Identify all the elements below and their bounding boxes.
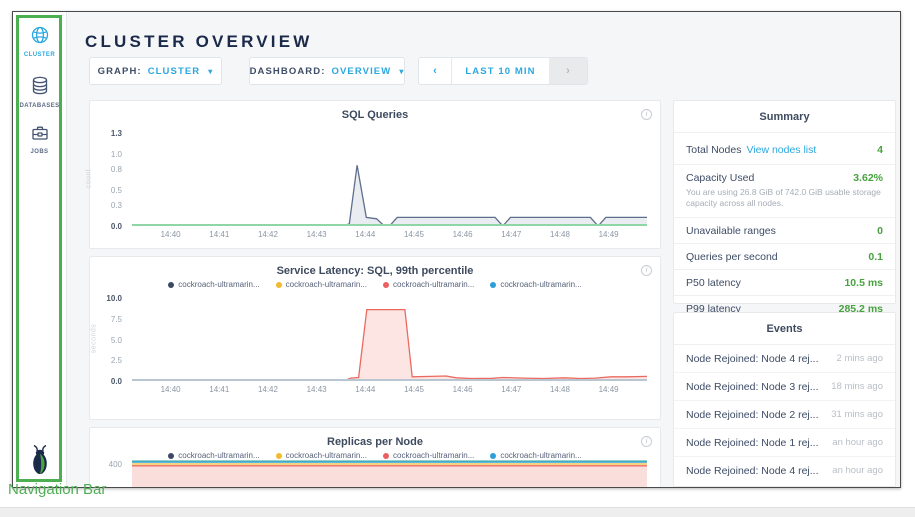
summary-value: 0.1: [868, 251, 883, 263]
dashboard-dropdown[interactable]: DASHBOARD: OVERVIEW ▾: [249, 57, 405, 85]
screenshot-frame: CLUSTER DATABASES: [12, 11, 901, 488]
event-time: an hour ago: [832, 437, 883, 448]
event-label: Node Rejoined: Node 4 rej...: [686, 465, 819, 477]
legend-label: cockroach-ultramarin...: [393, 280, 474, 289]
dashboard-dropdown-label: DASHBOARD:: [250, 66, 326, 77]
summary-value: 0: [877, 225, 883, 237]
legend-dot: [168, 282, 174, 288]
legend-dot: [383, 282, 389, 288]
sidebar-item-label: DATABASES: [13, 103, 66, 109]
summary-row-total-nodes: Total Nodes View nodes list 4: [674, 133, 895, 165]
event-label: Node Rejoined: Node 1 rej...: [686, 437, 819, 449]
briefcase-icon: [31, 129, 49, 146]
summary-value: 4: [877, 144, 883, 156]
summary-value: 10.5 ms: [844, 277, 883, 289]
summary-label: Unavailable ranges: [686, 225, 776, 237]
summary-label: Queries per second: [686, 251, 778, 263]
summary-row-queries-per-second: Queries per second 0.1: [674, 244, 895, 270]
x-axis-ticks: 14:4014:4114:4214:4314:4414:4514:4614:47…: [132, 230, 647, 240]
y-axis-ticks: 1.31.00.80.50.30.0: [90, 133, 128, 226]
summary-label: P50 latency: [686, 277, 741, 289]
graph-dropdown-value: CLUSTER: [148, 66, 201, 77]
summary-panel: Summary Total Nodes View nodes list 4 Cap…: [673, 100, 896, 304]
time-range-value[interactable]: LAST 10 MIN: [452, 58, 549, 84]
main-content: CLUSTER OVERVIEW GRAPH: CLUSTER ▾ DASHBO…: [68, 12, 900, 487]
events-panel: Events Node Rejoined: Node 4 rej... 2 mi…: [673, 312, 896, 487]
time-range-prev-button[interactable]: ‹: [419, 58, 452, 84]
event-label: Node Rejoined: Node 2 rej...: [686, 409, 819, 421]
event-time: 2 mins ago: [837, 353, 883, 364]
legend-label: cockroach-ultramarin...: [500, 280, 581, 289]
legend-label: cockroach-ultramarin...: [286, 280, 367, 289]
page-title: CLUSTER OVERVIEW: [85, 32, 313, 52]
chart-card-service-latency: Service Latency: SQL, 99th percentile i …: [89, 256, 661, 420]
database-icon: [31, 83, 49, 100]
event-time: 18 mins ago: [831, 381, 883, 392]
chart-title: Service Latency: SQL, 99th percentile: [90, 257, 660, 277]
page: CLUSTER DATABASES: [0, 0, 915, 517]
chart-title: SQL Queries: [90, 101, 660, 121]
event-row[interactable]: Node Rejoined: Node 1 rej... an hour ago: [674, 429, 895, 457]
event-time: 31 mins ago: [831, 409, 883, 420]
cockroachdb-logo[interactable]: [13, 444, 66, 481]
chart-card-sql-queries: SQL Queries i count 1.31.00.80.50.30.0 1…: [89, 100, 661, 249]
legend-label: cockroach-ultramarin...: [178, 280, 259, 289]
time-range-next-button-disabled[interactable]: ›: [549, 58, 587, 84]
event-label: Node Rejoined: Node 3 rej...: [686, 381, 819, 393]
summary-label: Capacity Used: [686, 172, 754, 184]
page-divider: [0, 507, 915, 517]
info-icon[interactable]: i: [641, 109, 652, 120]
view-nodes-list-link[interactable]: View nodes list: [746, 144, 816, 156]
x-axis-ticks: 14:4014:4114:4214:4314:4414:4514:4614:47…: [132, 385, 647, 395]
sidebar-item-label: CLUSTER: [13, 52, 66, 58]
summary-value: 3.62%: [853, 172, 883, 184]
event-time: an hour ago: [832, 465, 883, 476]
sidebar-item-cluster[interactable]: CLUSTER: [13, 25, 66, 58]
sidebar-item-databases[interactable]: DATABASES: [13, 76, 66, 109]
globe-icon: [30, 32, 50, 49]
capacity-used-caption: You are using 26.8 GiB of 742.0 GiB usab…: [674, 187, 895, 218]
panel-title: Summary: [674, 101, 895, 133]
dashboard-dropdown-value: OVERVIEW: [331, 66, 391, 77]
sidebar-item-label: JOBS: [13, 149, 66, 155]
y-axis-ticks: 10.07.55.02.50.0: [90, 298, 128, 381]
event-row[interactable]: Node Rejoined: Node 2 rej... 31 mins ago: [674, 401, 895, 429]
summary-row-p50-latency: P50 latency 10.5 ms: [674, 270, 895, 296]
line-chart-sql-queries: [132, 133, 647, 226]
summary-row-unavailable-ranges: Unavailable ranges 0: [674, 218, 895, 244]
sidebar-item-jobs[interactable]: JOBS: [13, 124, 66, 155]
panel-title: Events: [674, 313, 895, 345]
event-row[interactable]: Node Rejoined: Node 4 rej... 2 mins ago: [674, 345, 895, 373]
chart-legend: cockroach-ultramarin... cockroach-ultrama…: [90, 280, 660, 289]
line-chart-replicas-per-node: [132, 458, 647, 487]
summary-label: Total Nodes: [686, 144, 741, 156]
chart-title: Replicas per Node: [90, 428, 660, 448]
time-range-selector: ‹ LAST 10 MIN ›: [418, 57, 588, 85]
chevron-down-icon: ▾: [208, 67, 213, 76]
legend-dot: [276, 282, 282, 288]
line-chart-service-latency: [132, 298, 647, 381]
navigation-bar: CLUSTER DATABASES: [13, 12, 67, 487]
event-row[interactable]: Node Rejoined: Node 4 rej... an hour ago: [674, 457, 895, 484]
info-icon[interactable]: i: [641, 265, 652, 276]
chevron-down-icon: ▾: [399, 67, 404, 76]
graph-dropdown[interactable]: GRAPH: CLUSTER ▾: [89, 57, 222, 85]
chart-card-replicas-per-node: Replicas per Node i cockroach-ultramarin…: [89, 427, 661, 487]
annotation-caption: Navigation Bar: [8, 481, 106, 498]
info-icon[interactable]: i: [641, 436, 652, 447]
legend-dot: [490, 282, 496, 288]
event-row[interactable]: Node Rejoined: Node 3 rej... 18 mins ago: [674, 373, 895, 401]
graph-dropdown-label: GRAPH:: [98, 66, 142, 77]
event-label: Node Rejoined: Node 4 rej...: [686, 353, 819, 365]
